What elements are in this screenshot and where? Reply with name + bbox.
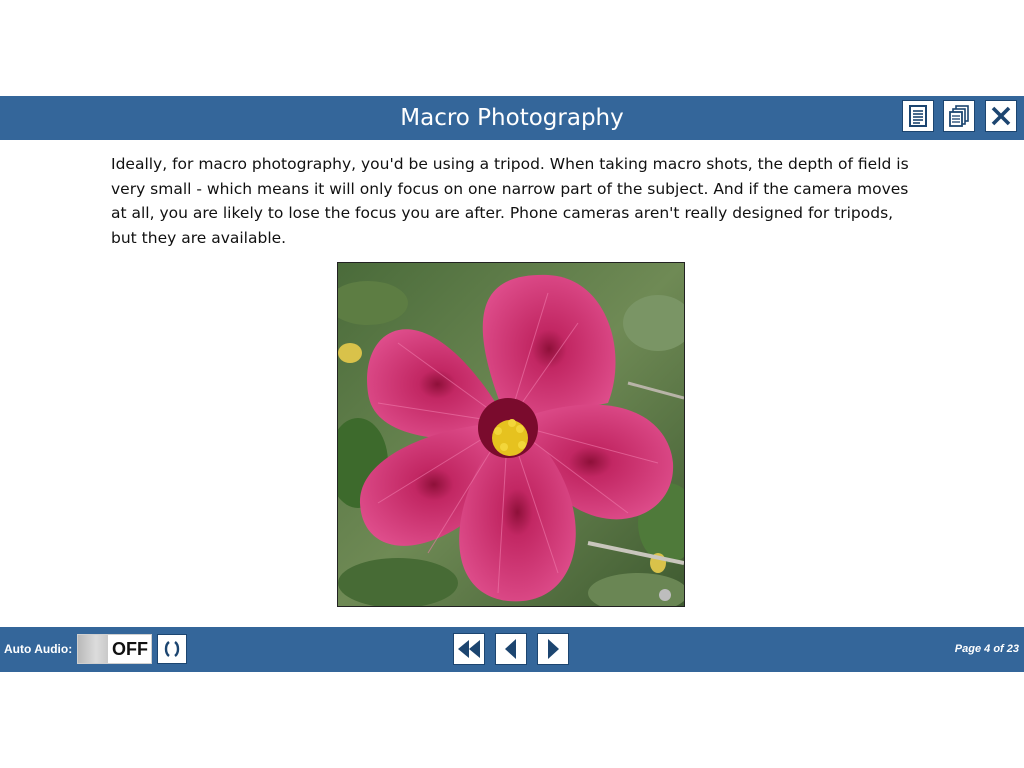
notes-button[interactable] (902, 100, 934, 132)
navigation-bar: Auto Audio: OFF Page 4 of 23 (0, 627, 1024, 672)
replay-audio-button[interactable] (157, 634, 187, 664)
hibiscus-photo (337, 262, 685, 607)
previous-page-button[interactable] (495, 633, 527, 665)
auto-audio-toggle[interactable]: OFF (77, 634, 152, 664)
next-page-button[interactable] (537, 633, 569, 665)
page-title: Macro Photography (400, 105, 624, 131)
chevron-left-icon (505, 639, 516, 659)
rewind-icon (458, 640, 480, 658)
pages-button[interactable] (943, 100, 975, 132)
chevron-right-icon (548, 639, 559, 659)
body-paragraph: Ideally, for macro photography, you'd be… (111, 155, 909, 248)
auto-audio-label: Auto Audio: (4, 642, 73, 656)
document-icon (909, 105, 927, 127)
first-page-button[interactable] (453, 633, 485, 665)
page-counter: Page 4 of 23 (954, 643, 1019, 655)
auto-audio-state: OFF (112, 639, 148, 659)
flower-image (338, 263, 684, 606)
close-icon (991, 106, 1011, 126)
content-area: Ideally, for macro photography, you'd be… (0, 140, 1024, 627)
replay-icon (164, 641, 180, 657)
copy-pages-icon (949, 105, 969, 127)
toggle-knob (78, 635, 108, 663)
title-bar: Macro Photography (0, 96, 1024, 140)
close-button[interactable] (985, 100, 1017, 132)
